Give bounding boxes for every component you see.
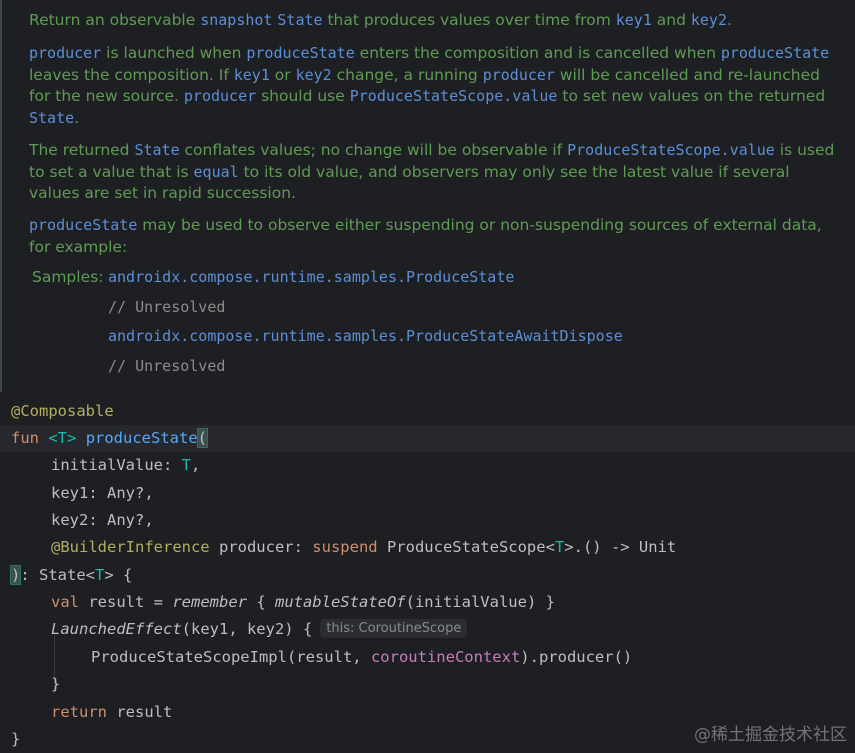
doc-text: or xyxy=(269,65,296,84)
code-text: result = xyxy=(79,593,173,611)
function-launchedeffect: LaunchedEffect xyxy=(51,620,182,638)
return-type: : State< xyxy=(20,566,95,584)
code-line-6[interactable]: @BuilderInference producer: suspend Prod… xyxy=(0,534,855,561)
doc-text: enters the composition and is cancelled … xyxy=(354,44,721,62)
function-mutablestateof: mutableStateOf xyxy=(274,593,406,611)
inlay-hint: this: CoroutineScope xyxy=(320,619,468,638)
doc-link-producestatescope-value[interactable]: ProduceStateScope.value xyxy=(567,141,775,159)
doc-code-producestate: produceState xyxy=(29,216,138,234)
code-text: (key1, key2) { xyxy=(181,620,313,638)
code-text: { xyxy=(246,593,275,611)
doc-paragraph-4: produceState may be used to observe eith… xyxy=(29,215,844,258)
doc-link-state[interactable]: State xyxy=(277,11,322,29)
type-parameter: T xyxy=(95,566,105,584)
punctuation: > { xyxy=(104,566,133,584)
code-line-3[interactable]: initialValue: T, xyxy=(0,452,855,479)
doc-text: to set new values on the returned xyxy=(557,87,826,105)
code-line-7[interactable]: ): State<T> { xyxy=(0,562,855,589)
code-text: (initialValue) } xyxy=(405,593,555,611)
function-name: produceState xyxy=(85,429,198,447)
property-coroutinecontext: coroutineContext xyxy=(370,648,521,666)
keyword-suspend: suspend xyxy=(312,538,378,556)
sample-link-producestateawaitdispose[interactable]: androidx.compose.runtime.samples.Produce… xyxy=(108,326,623,348)
code-line-9[interactable]: LaunchedEffect(key1, key2) { this: Corout… xyxy=(0,616,855,643)
doc-code-producestate: produceState xyxy=(246,44,355,62)
sample-comment: // Unresolved xyxy=(108,357,226,375)
doc-text: that produces values over time from xyxy=(322,11,616,29)
code-line-11[interactable]: } xyxy=(0,671,855,698)
doc-paragraph-3: The returned State conflates values; no … xyxy=(29,140,844,205)
annotation-builderinference: @BuilderInference xyxy=(51,538,210,556)
keyword-val: val xyxy=(51,593,79,611)
doc-link-state[interactable]: State xyxy=(29,109,74,127)
keyword-return: return xyxy=(51,703,107,721)
code-line-5[interactable]: key2: Any?, xyxy=(0,507,855,534)
code-line-2[interactable]: fun <T> produceState( xyxy=(0,425,855,452)
param-type: >.() -> Unit xyxy=(564,538,677,556)
param-key1: key1: Any?, xyxy=(51,484,154,502)
doc-code-producer: producer xyxy=(482,65,555,84)
doc-code-key2: key2 xyxy=(295,65,332,84)
watermark: @稀土掘金技术社区 xyxy=(694,725,847,745)
type-parameter: T xyxy=(554,538,565,556)
doc-link-producestatescope-value[interactable]: ProduceStateScope.value xyxy=(350,87,558,105)
code-text: ).producer() xyxy=(520,648,633,666)
param-type: ProduceStateScope< xyxy=(377,538,555,556)
doc-text: . xyxy=(74,108,80,127)
annotation-composable: @Composable xyxy=(11,402,114,420)
code-line-8[interactable]: val result = remember { mutableStateOf(i… xyxy=(0,589,855,616)
doc-code-key1: key1 xyxy=(615,11,652,29)
code-text: result xyxy=(107,703,173,721)
doc-text: leaves the composition. If xyxy=(29,65,234,84)
doc-code-producestate: produceState xyxy=(720,44,830,62)
punctuation: , xyxy=(191,456,201,474)
matched-paren: ) xyxy=(9,565,22,585)
doc-code-key1: key1 xyxy=(233,65,270,84)
code-text: ProduceStateScopeImpl(result, xyxy=(91,648,371,666)
param-name: initialValue: xyxy=(51,456,182,474)
sample-link-producestate[interactable]: androidx.compose.runtime.samples.Produce… xyxy=(108,267,514,289)
samples-label: Samples: xyxy=(32,268,104,286)
code-line-1[interactable]: @Composable xyxy=(0,398,855,425)
keyword-fun: fun xyxy=(11,429,39,447)
doc-link-equal[interactable]: equal xyxy=(194,163,239,181)
doc-link-state[interactable]: State xyxy=(134,141,179,159)
param-key2: key2: Any?, xyxy=(51,511,154,529)
matched-paren: ( xyxy=(196,428,209,448)
code-line-10[interactable]: ProduceStateScopeImpl(result, coroutineC… xyxy=(0,644,855,671)
function-remember: remember xyxy=(172,593,247,611)
doc-text: change, a running xyxy=(331,65,483,84)
type-parameter: <T> xyxy=(48,429,77,447)
doc-text: conflates values; no change will be obse… xyxy=(179,141,568,159)
documentation-popup: Return an observable snapshot State that… xyxy=(0,0,855,392)
doc-paragraph-1: Return an observable snapshot State that… xyxy=(29,10,844,32)
doc-link-snapshot[interactable]: snapshot xyxy=(200,11,272,29)
closing-brace: } xyxy=(11,730,21,748)
doc-text: The returned xyxy=(29,141,135,159)
doc-text: should use xyxy=(256,87,350,105)
param-name: producer: xyxy=(209,538,313,556)
doc-text: . xyxy=(727,11,732,29)
doc-code-key2: key2 xyxy=(690,11,727,29)
closing-brace: } xyxy=(51,675,61,693)
doc-text: may be used to observe either suspending… xyxy=(29,216,822,256)
sample-comment: // Unresolved xyxy=(108,298,226,316)
param-type: T xyxy=(181,456,191,474)
doc-paragraph-2: producer is launched when produceState e… xyxy=(29,43,844,129)
doc-text: Return an observable xyxy=(29,11,201,29)
doc-code-producer: producer xyxy=(183,87,257,105)
doc-code-producer: producer xyxy=(29,44,102,62)
doc-text: is launched when xyxy=(101,44,247,62)
code-line-4[interactable]: key1: Any?, xyxy=(0,480,855,507)
doc-text: and xyxy=(651,11,691,29)
